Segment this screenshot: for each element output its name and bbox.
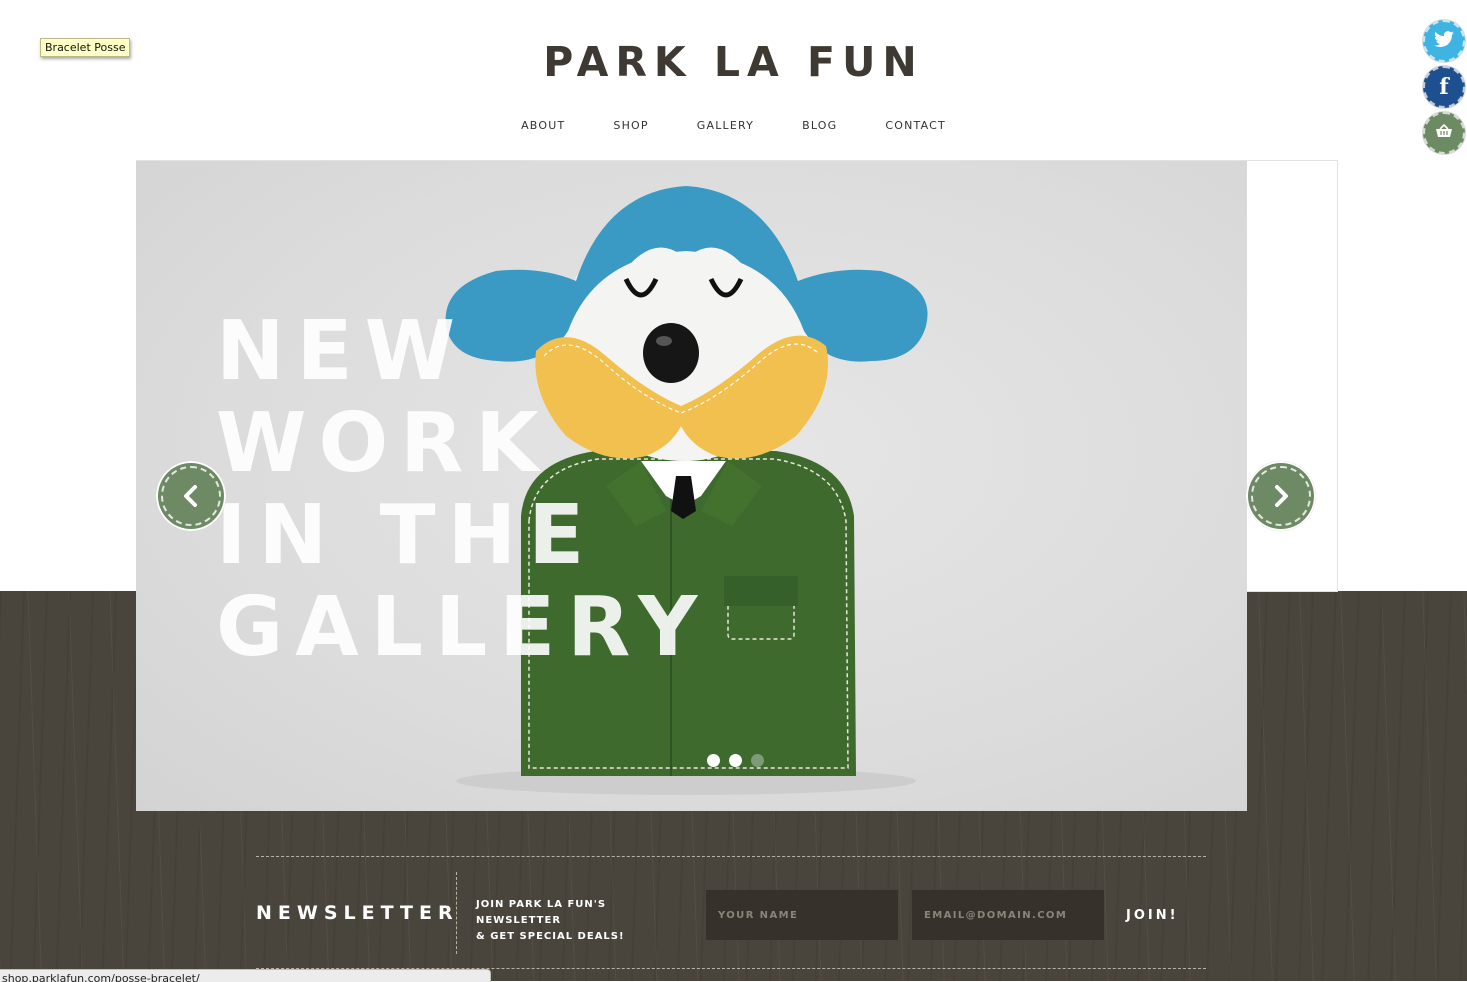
main-nav: ABOUT SHOP GALLERY BLOG CONTACT [0, 119, 1467, 132]
headline-line: WORK [216, 396, 551, 491]
newsletter-title: NEWSLETTER [256, 902, 459, 924]
slider-dot[interactable] [729, 754, 742, 767]
slider-prev-button[interactable] [156, 461, 226, 531]
nav-gallery[interactable]: GALLERY [697, 119, 754, 132]
nav-contact[interactable]: CONTACT [885, 119, 946, 132]
slider-pagination [707, 754, 764, 767]
site-logo[interactable]: PARK LA FUN [0, 38, 1467, 86]
slider-dot[interactable] [707, 754, 720, 767]
nav-about[interactable]: ABOUT [521, 119, 565, 132]
social-links: f [1423, 20, 1465, 158]
facebook-button[interactable]: f [1423, 66, 1465, 108]
shop-basket-button[interactable] [1423, 112, 1465, 154]
headline-line: IN THE [216, 488, 597, 583]
nav-shop[interactable]: SHOP [613, 119, 648, 132]
status-bar-url: shop.parklafun.com/posse-bracelet/ [0, 969, 491, 982]
facebook-icon: f [1439, 74, 1449, 100]
email-field[interactable] [912, 890, 1104, 940]
nav-blog[interactable]: BLOG [802, 119, 837, 132]
divider [456, 872, 457, 954]
slider-dot[interactable] [751, 754, 764, 767]
twitter-button[interactable] [1423, 20, 1465, 62]
newsletter-description: JOIN PARK LA FUN'S NEWSLETTER & GET SPEC… [476, 899, 625, 942]
join-button[interactable]: JOIN! [1116, 900, 1189, 930]
name-field[interactable] [706, 890, 898, 940]
headline-line: GALLERY [216, 580, 710, 675]
hero-slide[interactable]: NEW WORK IN THE GALLERY [136, 161, 1247, 811]
basket-icon [1435, 123, 1453, 143]
slider-next-button[interactable] [1246, 461, 1316, 531]
headline-line: NEW [216, 304, 468, 399]
divider [256, 856, 1206, 857]
hero-headline: NEW WORK IN THE GALLERY [216, 306, 709, 674]
twitter-icon [1434, 30, 1454, 52]
